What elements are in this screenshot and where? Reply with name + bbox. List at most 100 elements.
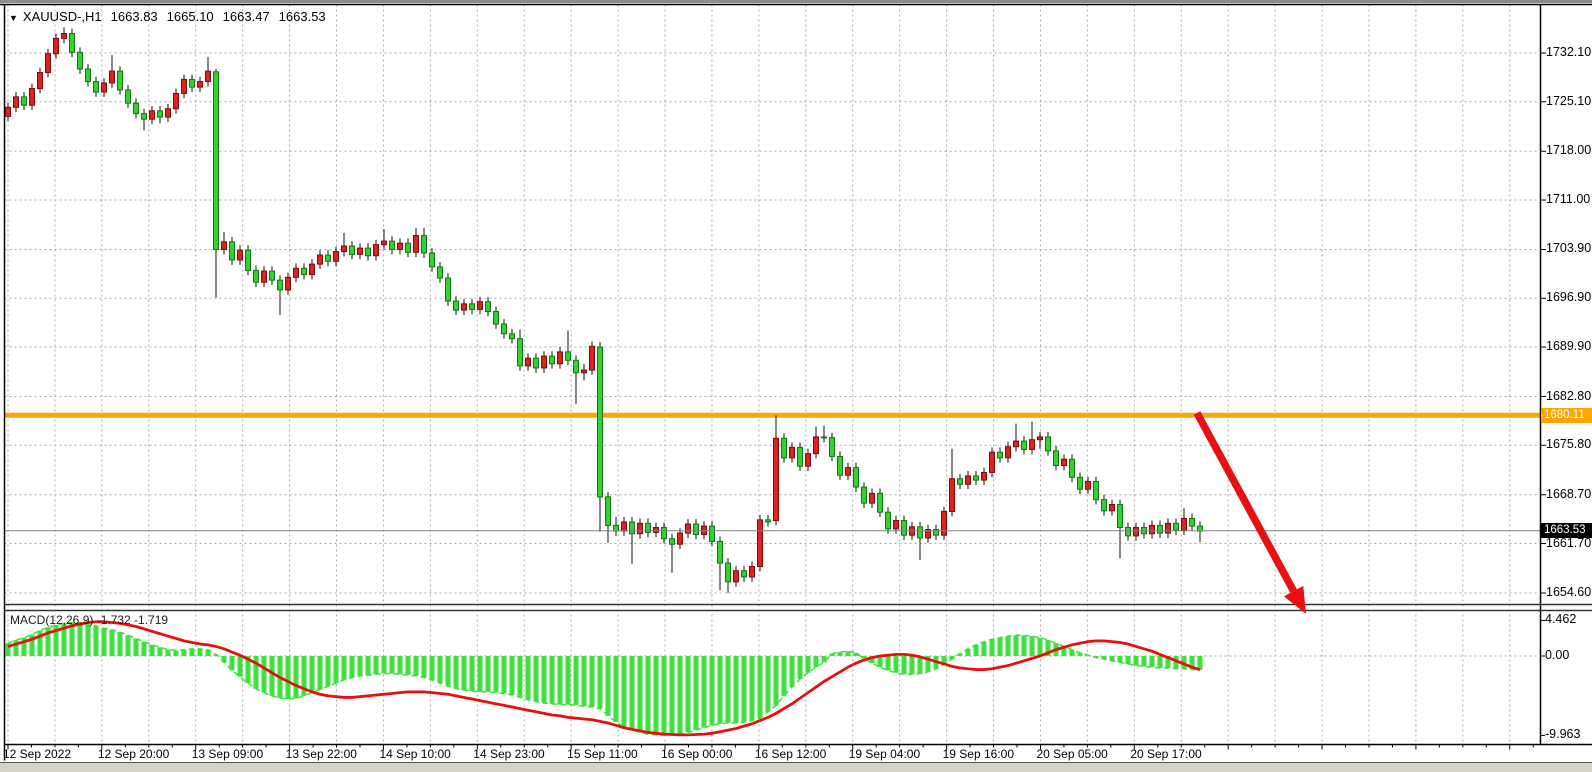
bull-candle — [966, 476, 971, 484]
price-axis-label: 1654.60 — [1546, 585, 1591, 599]
macd-histogram-bar — [158, 647, 163, 656]
bear-candle — [390, 241, 395, 249]
bear-candle — [630, 522, 635, 534]
bear-candle — [1078, 477, 1083, 489]
macd-histogram-bar — [518, 656, 523, 697]
macd-histogram-bar — [782, 656, 787, 696]
bull-candle — [1182, 518, 1187, 530]
bull-candle — [1030, 440, 1035, 450]
bear-candle — [158, 111, 163, 117]
bull-candle — [110, 71, 115, 83]
bull-candle — [30, 89, 35, 106]
macd-histogram-bar — [1150, 656, 1155, 667]
bull-candle — [46, 54, 51, 73]
symbol-dropdown-icon[interactable]: ▼ — [9, 13, 18, 23]
bull-candle — [174, 93, 179, 108]
bear-candle — [366, 248, 371, 256]
macd-histogram-bar — [822, 656, 827, 662]
bull-candle — [398, 243, 403, 249]
bull-candle — [342, 246, 347, 252]
macd-histogram-bar — [686, 656, 691, 733]
price-axis-label: 1711.00 — [1546, 192, 1590, 206]
bear-candle — [78, 52, 83, 69]
bull-candle — [590, 346, 595, 370]
bear-candle — [486, 302, 491, 312]
macd-histogram-bar — [1038, 638, 1043, 656]
macd-histogram-bar — [1022, 635, 1027, 656]
trend-arrow-shaft[interactable] — [1197, 413, 1294, 591]
bear-candle — [1190, 518, 1195, 526]
bull-candle — [846, 468, 851, 476]
bear-candle — [1102, 500, 1107, 511]
bull-candle — [166, 109, 171, 117]
macd-signal-line — [8, 622, 1200, 735]
macd-histogram-bar — [590, 656, 595, 707]
macd-histogram-bar — [374, 656, 379, 674]
ohlc-high-value: 1665.10 — [167, 9, 214, 24]
macd-histogram-bar — [886, 656, 891, 670]
bear-candle — [614, 525, 619, 531]
macd-histogram-bar — [390, 656, 395, 674]
bear-candle — [822, 437, 827, 438]
time-axis-label: 14 Sep 23:00 — [473, 747, 544, 761]
macd-histogram-bar — [182, 650, 187, 656]
bull-candle — [1110, 505, 1115, 511]
price-axis-label: 1682.80 — [1546, 389, 1591, 403]
macd-histogram-bar — [1142, 656, 1147, 666]
macd-histogram-bar — [438, 656, 443, 683]
macd-histogram-bar — [854, 653, 859, 656]
bull-candle — [286, 277, 291, 290]
bull-candle — [14, 97, 19, 107]
hline-price-badge: 1680.11 — [1541, 408, 1592, 423]
macd-histogram-bar — [462, 656, 467, 690]
macd-histogram-bar — [262, 656, 267, 693]
bull-candle — [870, 493, 875, 503]
macd-histogram-bar — [646, 656, 651, 734]
macd-histogram-bar — [542, 656, 547, 703]
bear-candle — [430, 253, 435, 267]
macd-histogram-bar — [310, 656, 315, 693]
bull-candle — [382, 241, 387, 244]
time-axis-label: 13 Sep 22:00 — [286, 747, 357, 761]
bull-candle — [790, 447, 795, 457]
macd-histogram-bar — [422, 656, 427, 678]
time-axis-label: 16 Sep 12:00 — [755, 747, 826, 761]
macd-histogram-bar — [270, 656, 275, 696]
bear-candle — [230, 242, 235, 260]
macd-histogram-bar — [734, 656, 739, 723]
bull-candle — [414, 236, 419, 253]
macd-histogram-bar — [326, 656, 331, 686]
bull-candle — [686, 524, 691, 533]
macd-histogram-bar — [150, 645, 155, 656]
bull-candle — [1006, 447, 1011, 458]
bull-candle — [238, 250, 243, 260]
macd-histogram-bar — [382, 656, 387, 674]
time-axis-label: 20 Sep 05:00 — [1036, 747, 1107, 761]
bear-candle — [214, 72, 219, 250]
macd-histogram-bar — [486, 656, 491, 692]
bull-candle — [814, 437, 819, 454]
chart-title: ▼XAUUSD-,H11663.831665.101663.471663.53 — [9, 9, 326, 24]
time-axis-label: 14 Sep 10:00 — [379, 747, 450, 761]
bear-candle — [86, 69, 91, 82]
bull-candle — [638, 523, 643, 533]
bear-candle — [254, 270, 259, 282]
time-axis-label: 19 Sep 16:00 — [943, 747, 1014, 761]
macd-histogram-bar — [286, 656, 291, 699]
macd-histogram-bar — [294, 656, 299, 698]
macd-histogram-bar — [198, 649, 203, 656]
macd-histogram-bar — [358, 656, 363, 676]
bull-candle — [262, 271, 267, 282]
bull-candle — [774, 438, 779, 520]
macd-histogram-bar — [1118, 656, 1123, 662]
bear-candle — [670, 539, 675, 545]
bull-candle — [558, 352, 563, 364]
macd-histogram-bar — [758, 656, 763, 718]
bear-candle — [662, 528, 667, 539]
bear-candle — [1070, 459, 1075, 477]
macd-main-line — [8, 623, 1200, 736]
macd-histogram-bar — [1014, 635, 1019, 656]
macd-histogram-bar — [990, 639, 995, 656]
macd-histogram-bar — [574, 656, 579, 705]
macd-histogram-bar — [174, 650, 179, 656]
